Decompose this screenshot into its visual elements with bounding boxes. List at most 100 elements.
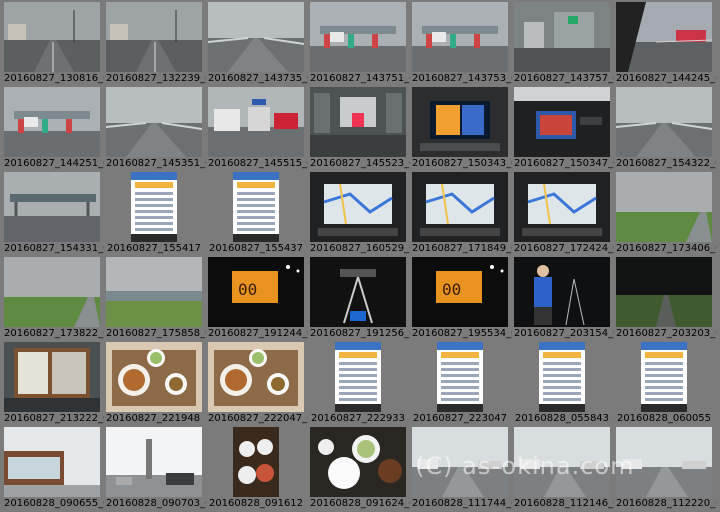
thumbnail-item[interactable]: 20160827_145515_0: [205, 85, 308, 170]
thumbnail-image[interactable]: [4, 342, 100, 412]
thumbnail-caption: 20160828_111744_0: [412, 498, 512, 509]
thumbnail-image[interactable]: [310, 427, 406, 497]
thumbnail-item[interactable]: 20160827_143735_0: [205, 0, 308, 85]
thumbnail-item[interactable]: 20160827_173406_0: [613, 170, 716, 255]
thumbnail-caption: 20160827_144245_0: [616, 73, 716, 84]
thumbnail-image[interactable]: [208, 2, 304, 72]
thumbnail-item[interactable]: 20160827_132239_0: [103, 0, 206, 85]
thumbnail-image[interactable]: [4, 257, 100, 327]
thumbnail-image[interactable]: [310, 257, 406, 327]
thumbnail-caption: 20160827_143735_0: [208, 73, 308, 84]
thumbnail-caption: 20160827_171849_0: [412, 243, 512, 254]
thumbnail-caption: 20160828_090655_0: [4, 498, 104, 509]
thumbnail-item[interactable]: 20160827_154331_0: [1, 170, 104, 255]
thumbnail-caption: 20160827_173822_0: [4, 328, 104, 339]
thumbnail-item[interactable]: 20160827_150343_0: [409, 85, 512, 170]
thumbnail-image[interactable]: [437, 342, 483, 412]
thumbnail-image[interactable]: [106, 342, 202, 412]
thumbnail-item[interactable]: 20160828_090703_0: [103, 425, 206, 510]
thumbnail-item[interactable]: 20160827_222933: [307, 340, 409, 425]
thumbnail-item[interactable]: 20160827_203154_0: [511, 255, 614, 340]
thumbnail-item[interactable]: 20160827_145351_0: [103, 85, 206, 170]
thumbnail-item[interactable]: 20160828_060055: [613, 340, 715, 425]
thumbnail-image[interactable]: [412, 427, 508, 497]
thumbnail-image[interactable]: [514, 257, 610, 327]
thumbnail-image[interactable]: [616, 172, 712, 242]
thumbnail-item[interactable]: 20160827_171849_0: [409, 170, 512, 255]
thumbnail-item[interactable]: 20160827_222047_0: [205, 340, 308, 425]
thumbnail-image[interactable]: [310, 2, 406, 72]
thumbnail-image[interactable]: [4, 2, 100, 72]
thumbnail-image[interactable]: [412, 172, 508, 242]
thumbnail-image[interactable]: [106, 257, 202, 327]
thumbnail-item[interactable]: 20160828_091624_0: [307, 425, 410, 510]
thumbnail-caption: 20160828_090703_0: [106, 498, 206, 509]
thumbnail-image[interactable]: [514, 2, 610, 72]
thumbnail-item[interactable]: 20160827_130816_0: [1, 0, 104, 85]
thumbnail-item[interactable]: 20160828_111744_0: [409, 425, 512, 510]
thumbnail-item[interactable]: 20160827_175858_0: [103, 255, 206, 340]
thumbnail-item[interactable]: 20160827_150347_0: [511, 85, 614, 170]
thumbnail-item[interactable]: 20160827_221948: [103, 340, 205, 425]
thumbnail-item[interactable]: 20160827_143757_0: [511, 0, 614, 85]
thumbnail-caption: 20160827_223047: [412, 413, 508, 424]
thumbnail-caption: 20160827_203203_0: [616, 328, 716, 339]
thumbnail-item[interactable]: 20160827_155437: [205, 170, 307, 255]
thumbnail-image[interactable]: 00: [208, 257, 304, 327]
thumbnail-image[interactable]: [514, 427, 610, 497]
thumbnail-item[interactable]: 20160827_173822_0: [1, 255, 104, 340]
thumbnail-item[interactable]: 20160828_091612: [205, 425, 307, 510]
thumbnail-image[interactable]: [641, 342, 687, 412]
thumbnail-item[interactable]: 00 20160827_191244_0: [205, 255, 308, 340]
thumbnail-item[interactable]: 20160827_203203_0: [613, 255, 716, 340]
thumbnail-caption: 20160827_172424_0: [514, 243, 614, 254]
thumbnail-caption: 20160827_155417: [106, 243, 202, 254]
thumbnail-image[interactable]: [412, 2, 508, 72]
thumbnail-caption: 20160827_132239_0: [106, 73, 206, 84]
thumbnail-item[interactable]: 20160827_172424_0: [511, 170, 614, 255]
thumbnail-caption: 20160827_155437: [208, 243, 304, 254]
thumbnail-item[interactable]: 20160827_145523_0: [307, 85, 410, 170]
thumbnail-image[interactable]: [106, 87, 202, 157]
thumbnail-image[interactable]: [616, 427, 712, 497]
thumbnail-image[interactable]: [4, 87, 100, 157]
thumbnail-image[interactable]: [412, 87, 508, 157]
thumbnail-image[interactable]: [208, 87, 304, 157]
thumbnail-image[interactable]: [4, 172, 100, 242]
thumbnail-caption: 20160827_203154_0: [514, 328, 614, 339]
thumbnail-item[interactable]: 20160827_144251_0: [1, 85, 104, 170]
thumbnail-image[interactable]: 00: [412, 257, 508, 327]
thumbnail-image[interactable]: [131, 172, 177, 242]
thumbnail-item[interactable]: 20160827_143751_0: [307, 0, 410, 85]
thumbnail-item[interactable]: 20160827_154322_0: [613, 85, 716, 170]
thumbnail-item[interactable]: 20160827_143753_0: [409, 0, 512, 85]
thumbnail-image[interactable]: [310, 87, 406, 157]
thumbnail-item[interactable]: 20160828_055843: [511, 340, 613, 425]
thumbnail-image[interactable]: [616, 87, 712, 157]
thumbnail-image[interactable]: [233, 427, 279, 497]
thumbnail-item[interactable]: 20160827_155417: [103, 170, 205, 255]
thumbnail-image[interactable]: [233, 172, 279, 242]
thumbnail-item[interactable]: 00 20160827_195534_0: [409, 255, 512, 340]
thumbnail-image[interactable]: [616, 257, 712, 327]
thumbnail-image[interactable]: [539, 342, 585, 412]
thumbnail-item[interactable]: 20160827_160529_0: [307, 170, 410, 255]
thumbnail-image[interactable]: [310, 172, 406, 242]
thumbnail-image[interactable]: [4, 427, 100, 497]
thumbnail-item[interactable]: 20160828_090655_0: [1, 425, 104, 510]
thumbnail-caption: 20160827_154331_0: [4, 243, 104, 254]
thumbnail-image[interactable]: [106, 427, 202, 497]
thumbnail-item[interactable]: 20160827_213222_0: [1, 340, 104, 425]
thumbnail-item[interactable]: 20160827_191256_0: [307, 255, 410, 340]
thumbnail-image[interactable]: [514, 87, 610, 157]
thumbnail-image[interactable]: [514, 172, 610, 242]
thumbnail-image[interactable]: [106, 2, 202, 72]
thumbnail-image[interactable]: [616, 2, 712, 72]
thumbnail-item[interactable]: 20160828_112220_0: [613, 425, 716, 510]
thumbnail-item[interactable]: 20160828_112146_0: [511, 425, 614, 510]
thumbnail-image[interactable]: [208, 342, 304, 412]
thumbnail-item[interactable]: 20160827_144245_0: [613, 0, 716, 85]
thumbnail-caption: 20160827_143757_0: [514, 73, 614, 84]
thumbnail-image[interactable]: [335, 342, 381, 412]
thumbnail-item[interactable]: 20160827_223047: [409, 340, 511, 425]
